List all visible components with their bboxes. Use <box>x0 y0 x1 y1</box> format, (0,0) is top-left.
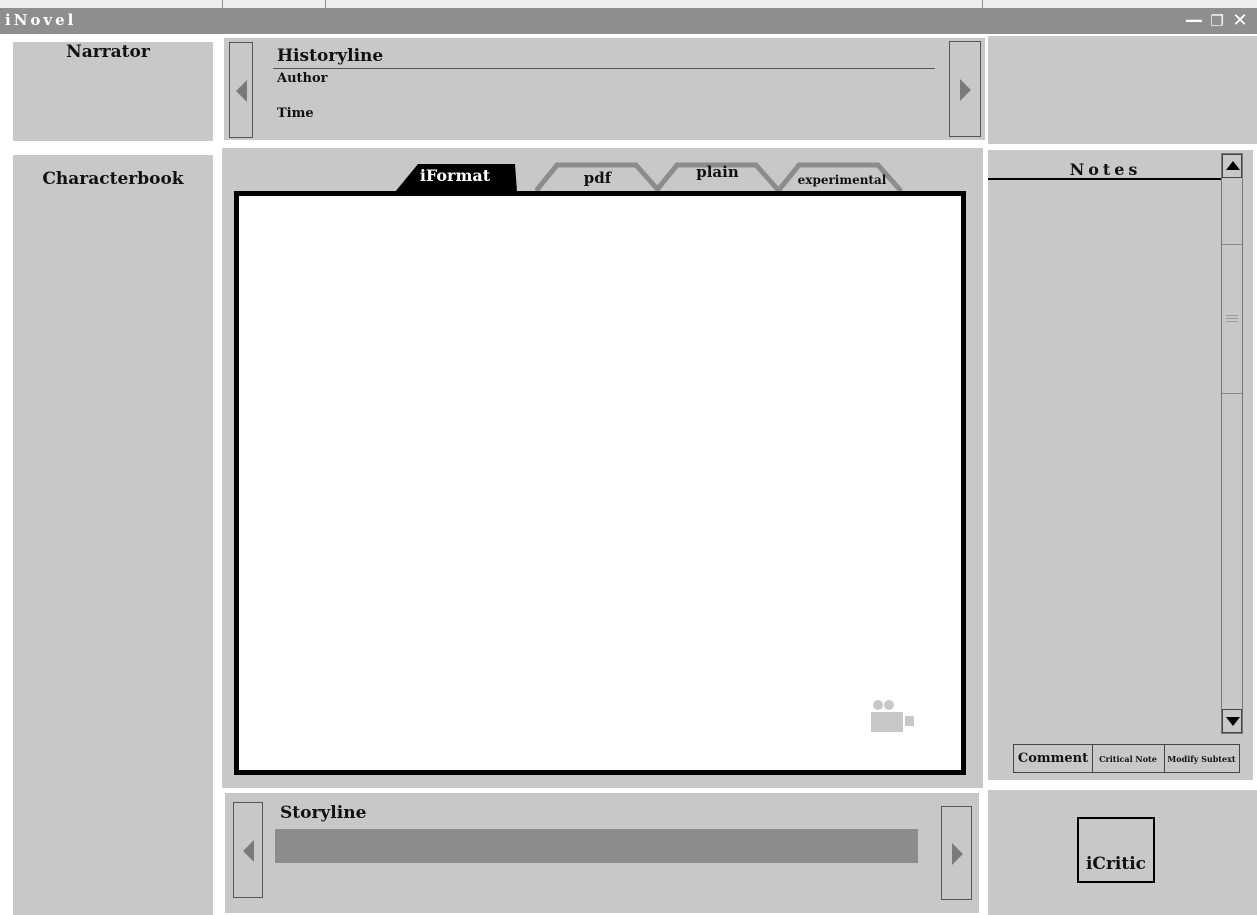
historyline-author: Author <box>277 71 328 86</box>
notes-scrollbar[interactable] <box>1221 153 1243 734</box>
notes-divider <box>988 178 1223 180</box>
characterbook-label: Characterbook <box>42 169 184 189</box>
notes-title: Notes <box>1069 160 1142 179</box>
historyline-divider <box>273 68 935 69</box>
editor-canvas[interactable] <box>234 191 966 775</box>
title-bar: iNovel — ❐ ✕ <box>0 8 1257 34</box>
characterbook-panel[interactable]: Characterbook <box>13 155 213 915</box>
notes-actions: Comment Critical Note Modify Subtext <box>1013 744 1240 773</box>
historyline-panel: Historyline Author Time <box>222 36 987 142</box>
historyline-prev-button[interactable] <box>229 42 253 138</box>
storyline-next-button[interactable] <box>941 806 972 900</box>
editor-area: iFormat pdf plain experimental <box>222 148 983 788</box>
minimize-icon[interactable]: — <box>1184 11 1204 31</box>
icritic-panel: iCritic <box>988 790 1257 915</box>
modify-subtext-button[interactable]: Modify Subtext <box>1164 745 1239 772</box>
tab-pdf[interactable]: pdf <box>535 161 670 193</box>
top-strip <box>0 0 1257 8</box>
format-tabs: iFormat pdf plain experimental <box>395 161 915 193</box>
storyline-panel: Storyline <box>223 791 981 915</box>
chevron-right-icon <box>952 843 963 865</box>
comment-button[interactable]: Comment <box>1014 745 1093 772</box>
historyline-title: Historyline <box>277 46 384 66</box>
notes-panel: Notes Comment Critical Note Modify Subte… <box>986 148 1255 782</box>
tab-experimental[interactable]: experimental <box>777 161 912 193</box>
tab-plain[interactable]: plain <box>655 161 790 193</box>
close-icon[interactable]: ✕ <box>1230 11 1250 31</box>
scroll-up-button[interactable] <box>1222 154 1242 178</box>
historyline-next-button[interactable] <box>949 41 981 137</box>
storyline-prev-button[interactable] <box>233 802 263 898</box>
arrow-down-icon <box>1226 717 1240 726</box>
chevron-left-icon <box>236 80 247 102</box>
chevron-left-icon <box>243 840 254 862</box>
storyline-title: Storyline <box>280 803 367 823</box>
narrator-panel[interactable]: Narrator <box>13 42 213 141</box>
restore-icon[interactable]: ❐ <box>1207 11 1227 31</box>
critical-note-button[interactable]: Critical Note <box>1092 745 1165 772</box>
app-title: iNovel <box>5 11 77 29</box>
icritic-label: iCritic <box>1085 854 1147 874</box>
scroll-down-button[interactable] <box>1222 709 1242 733</box>
storyline-bar[interactable] <box>275 829 918 863</box>
chevron-right-icon <box>960 79 971 101</box>
scroll-thumb[interactable] <box>1222 244 1242 394</box>
historyline-time: Time <box>277 106 314 121</box>
arrow-up-icon <box>1226 161 1240 170</box>
video-camera-icon[interactable] <box>867 694 922 738</box>
top-right-panel <box>988 36 1257 144</box>
icritic-button[interactable]: iCritic <box>1077 817 1155 883</box>
tab-iformat[interactable]: iFormat <box>395 161 550 192</box>
narrator-label: Narrator <box>66 42 150 62</box>
